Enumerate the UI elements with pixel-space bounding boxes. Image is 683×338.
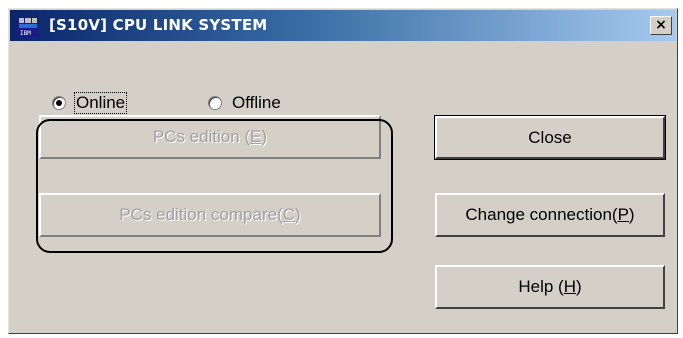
online-label: Online [73, 92, 128, 114]
window-title: [S10V] CPU LINK SYSTEM [49, 16, 268, 34]
pcs-edition-suffix: ) [261, 127, 268, 146]
pcs-edition-compare-suffix: ) [295, 205, 301, 224]
radio-selected-dot [56, 100, 62, 106]
title-bar[interactable]: IBM [S10V] CPU LINK SYSTEM × [10, 10, 676, 41]
pcs-edition-compare-mnemonic: C [282, 205, 296, 224]
offline-radio[interactable]: Offline [208, 93, 282, 113]
cpu-link-system-icon: IBM [18, 17, 38, 37]
dialog-window: IBM [S10V] CPU LINK SYSTEM × Online Offl… [8, 8, 678, 334]
close-icon: × [655, 17, 667, 33]
radio-indicator-online[interactable] [52, 96, 66, 110]
pcs-edition-button[interactable]: PCs edition (E) [39, 115, 381, 159]
change-connection-mnemonic: P [617, 205, 629, 224]
pcs-edition-label: PCs edition ( [152, 127, 251, 146]
title-close-button[interactable]: × [650, 16, 672, 35]
pcs-edition-mnemonic: E [250, 127, 262, 146]
pcs-edition-compare-button[interactable]: PCs edition compare(C) [39, 193, 381, 237]
help-button[interactable]: Help (H) [435, 265, 665, 309]
svg-text:IBM: IBM [20, 30, 31, 37]
offline-label: Offline [232, 93, 281, 112]
change-connection-button[interactable]: Change connection(P) [435, 193, 665, 237]
close-button[interactable]: Close [434, 115, 666, 160]
change-connection-label: Change connection( [465, 205, 618, 224]
help-suffix: ) [575, 277, 582, 296]
online-radio[interactable]: Online [52, 92, 128, 114]
pcs-edition-compare-label: PCs edition compare( [119, 205, 283, 224]
change-connection-suffix: ) [628, 205, 635, 224]
radio-indicator-offline[interactable] [208, 96, 222, 110]
close-button-label: Close [528, 127, 572, 147]
help-button-label: Help ( [518, 277, 564, 296]
help-mnemonic: H [563, 277, 576, 296]
